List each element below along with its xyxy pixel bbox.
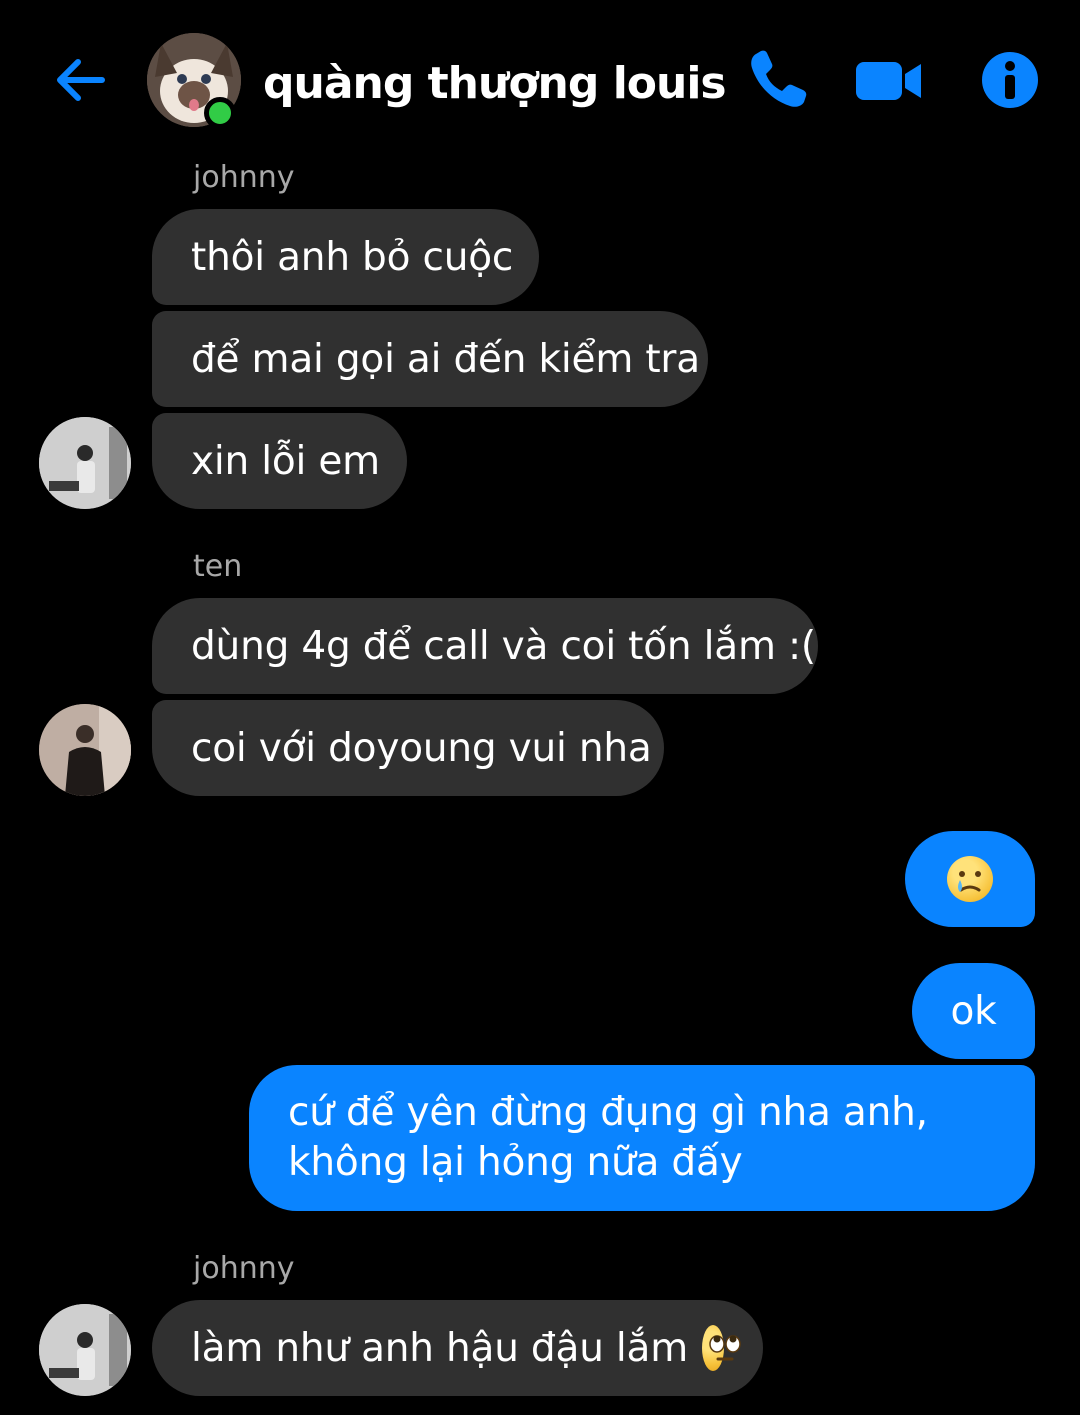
incoming-message[interactable]: dùng 4g để call và coi tốn lắm :( <box>152 598 818 694</box>
chat-header: quàng thượng louis <box>0 0 1080 160</box>
message-line: cứ để yên đừng đụng gì nha anh, <box>288 1090 928 1135</box>
eye-roll-emoji <box>702 1325 741 1371</box>
video-call-button[interactable] <box>853 44 925 116</box>
person-photo-icon <box>39 417 131 509</box>
phone-icon <box>751 50 807 107</box>
incoming-message[interactable]: làm như anh hậu đậu lắm <box>152 1300 763 1396</box>
video-camera-icon <box>856 62 921 100</box>
messenger-chat-screen: quàng thượng louis johnny thôi anh bỏ cu… <box>0 0 1080 1415</box>
sender-name: johnny <box>193 160 295 195</box>
crying-face-emoji <box>947 856 993 902</box>
info-icon <box>982 52 1038 108</box>
sender-avatar[interactable] <box>39 704 131 796</box>
online-status-dot <box>204 97 236 129</box>
back-button[interactable] <box>50 48 114 112</box>
outgoing-message[interactable]: cứ để yên đừng đụng gì nha anh, không lạ… <box>249 1065 1035 1211</box>
back-arrow-icon <box>57 59 105 101</box>
sender-name: johnny <box>193 1251 295 1286</box>
incoming-message[interactable]: xin lỗi em <box>152 413 407 509</box>
person-photo-icon <box>39 704 131 796</box>
sender-avatar[interactable] <box>39 417 131 509</box>
message-text: làm như anh hậu đậu lắm <box>191 1325 689 1371</box>
person-photo-icon <box>39 1304 131 1396</box>
incoming-message[interactable]: coi với doyoung vui nha <box>152 700 664 796</box>
outgoing-emoji-message[interactable] <box>905 831 1035 927</box>
message-line: không lại hỏng nữa đấy <box>288 1140 743 1185</box>
incoming-message[interactable]: để mai gọi ai đến kiểm tra <box>152 311 708 407</box>
outgoing-message[interactable]: ok <box>912 963 1035 1059</box>
info-button[interactable] <box>974 44 1046 116</box>
voice-call-button[interactable] <box>742 44 814 116</box>
incoming-message[interactable]: thôi anh bỏ cuộc <box>152 209 539 305</box>
sender-name: ten <box>193 549 243 584</box>
sender-avatar[interactable] <box>39 1304 131 1396</box>
chat-title[interactable]: quàng thượng louis <box>263 58 727 109</box>
